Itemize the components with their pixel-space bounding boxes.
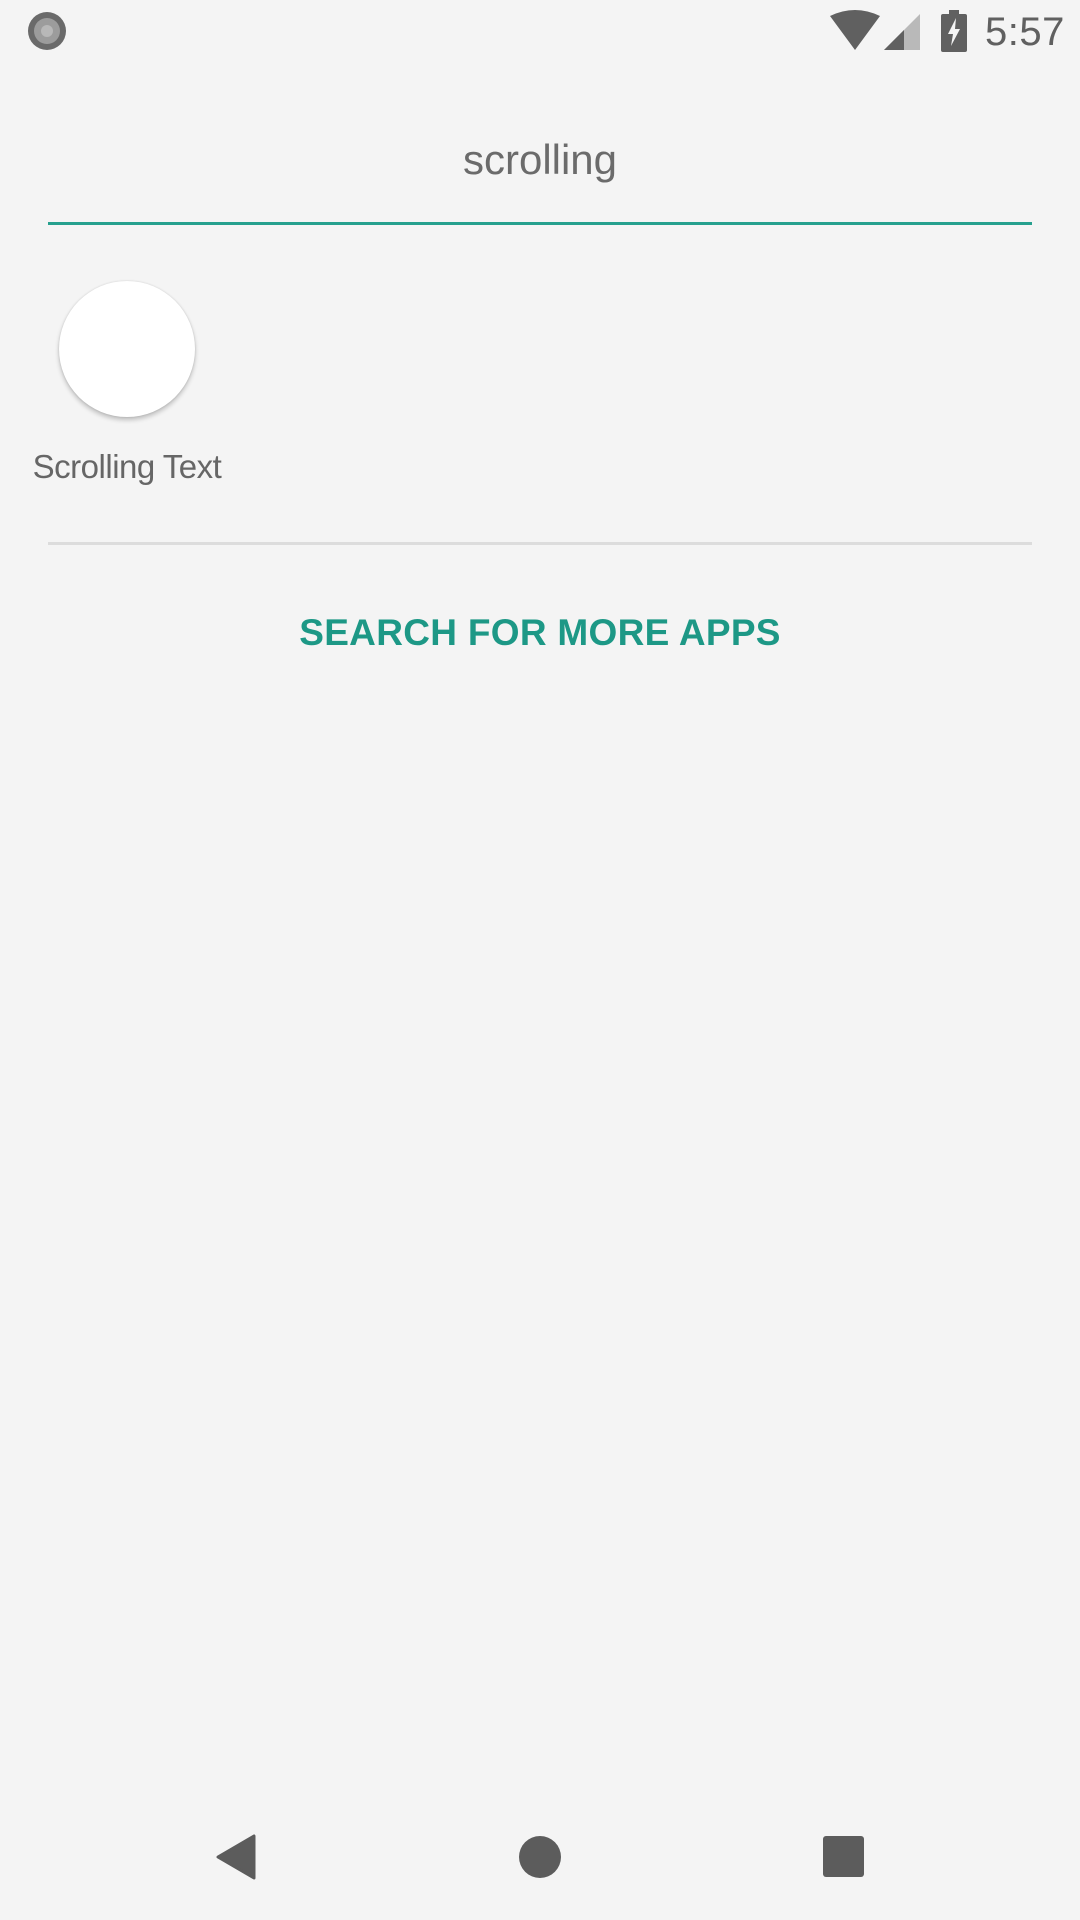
search-field[interactable]: [48, 120, 1032, 225]
navigation-bar: [0, 1800, 1080, 1920]
app-result-item[interactable]: Scrolling Text: [24, 280, 230, 500]
app-label: Scrolling Text: [32, 448, 222, 485]
home-icon[interactable]: [519, 1836, 561, 1878]
notification-icon: [28, 12, 66, 50]
status-bar: 5:57: [0, 0, 1080, 63]
search-input[interactable]: [48, 120, 1032, 200]
divider: [48, 542, 1032, 545]
search-more-apps-button[interactable]: SEARCH FOR MORE APPS: [240, 600, 840, 666]
cell-signal-icon: [884, 14, 920, 50]
status-clock: 5:57: [985, 10, 1065, 54]
battery-charging-icon: [941, 10, 967, 52]
app-search-screen: 5:57 Scrolling Text SEARCH FOR MORE APPS: [0, 0, 1080, 1920]
back-icon[interactable]: [216, 1834, 256, 1880]
wifi-icon: [830, 10, 880, 50]
app-icon-blank[interactable]: [59, 281, 195, 417]
recents-icon[interactable]: [823, 1836, 864, 1877]
